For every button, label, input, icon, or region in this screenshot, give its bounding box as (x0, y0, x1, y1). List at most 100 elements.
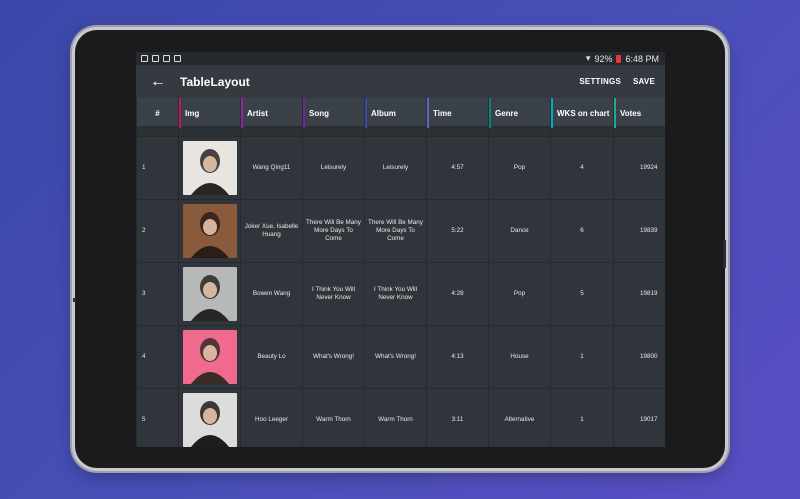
cell-wks: 4 (550, 136, 614, 200)
spacer-cell (426, 128, 489, 137)
column-header-label: WKS on chart (557, 108, 610, 118)
side-button (73, 298, 76, 302)
app-screen: ▾ 92% 6:48 PM ← TableLayout SETTINGS SAV… (136, 52, 665, 447)
column-header[interactable]: # (136, 98, 179, 128)
spacer-cell (178, 128, 241, 137)
album-image-cell (178, 388, 241, 447)
artist-photo (182, 267, 237, 321)
spacer-cell (550, 128, 614, 137)
cell-votes: 19819 (613, 262, 665, 326)
page-title: TableLayout (180, 74, 250, 89)
cell-wks: 6 (550, 199, 614, 263)
column-accent-bar (427, 98, 429, 128)
column-header-label: Votes (620, 108, 642, 118)
cell-votes: 19800 (613, 325, 665, 389)
column-header[interactable]: Song (302, 98, 365, 128)
cell-artist: Joker Xue, Isabelle Huang (240, 199, 303, 263)
column-header-label: Time (433, 108, 452, 118)
cell-album: Warm Thorn (364, 388, 427, 447)
cell-artist: Wang Qing11 (240, 136, 303, 200)
column-accent-bar (489, 98, 491, 128)
image-notification-icon (152, 55, 159, 62)
column-header-label: Album (371, 108, 396, 118)
column-header[interactable]: WKS on chart (550, 98, 614, 128)
cell-album: There Will Be Many More Days To Come (364, 199, 427, 263)
cell-wks: 5 (550, 262, 614, 326)
cell-time: 5:22 (426, 199, 489, 263)
artist-photo (182, 393, 237, 447)
column-accent-bar (241, 98, 243, 128)
clock: 6:48 PM (625, 53, 659, 64)
wifi-icon: ▾ (585, 53, 591, 63)
spacer-cell (364, 128, 427, 137)
cell-genre: House (488, 325, 551, 389)
battery-icon (616, 54, 622, 63)
column-accent-bar (614, 98, 616, 128)
artist-photo (182, 204, 237, 258)
column-header[interactable]: Img (178, 98, 241, 128)
cell-wks: 1 (550, 325, 614, 389)
column-header-label: # (155, 108, 160, 118)
save-button[interactable]: SAVE (633, 77, 655, 86)
album-image-cell (178, 262, 241, 326)
cell-votes: 19017 (613, 388, 665, 447)
column-header-label: Song (309, 108, 329, 118)
column-header[interactable]: Genre (488, 98, 551, 128)
column-header[interactable]: Artist (240, 98, 303, 128)
cell-time: 4:28 (426, 262, 489, 326)
cell-album: I Think You Will Never Know (364, 262, 427, 326)
cell-song: I Think You Will Never Know (302, 262, 365, 326)
spacer-cell (613, 128, 665, 137)
table-row[interactable]: 3 Bowen Wang I Think You Will Never Know I … (136, 262, 665, 326)
column-header[interactable]: Time (426, 98, 489, 128)
cell-song: Leisurely (302, 136, 365, 200)
cell-time: 3:11 (426, 388, 489, 447)
cell-song: Warm Thorn (302, 388, 365, 447)
cell-artist: Beauty Lo (240, 325, 303, 389)
table-row[interactable]: 4 Beauty Lo What's Wrong! What's Wrong! 4:13… (136, 325, 665, 389)
artist-photo (182, 141, 237, 195)
cell-time: 4:57 (426, 136, 489, 200)
table-header-row: # Img Artist Song Album Time Genre WKS on chart… (136, 98, 665, 128)
cell-num: 2 (136, 199, 179, 263)
cell-genre: Dance (488, 199, 551, 263)
artist-photo (182, 330, 237, 384)
status-bar: ▾ 92% 6:48 PM (136, 52, 665, 65)
cell-num: 5 (136, 388, 179, 447)
column-accent-bar (303, 98, 305, 128)
cell-album: What's Wrong! (364, 325, 427, 389)
cell-song: What's Wrong! (302, 325, 365, 389)
table-row[interactable]: 5 Hoo Leeger Warm Thorn Warm Thorn 3:11 Alter… (136, 388, 665, 447)
table-row[interactable]: 1 Wang Qing11 Leisurely Leisurely 4:57 Pop 4 19… (136, 136, 665, 200)
cell-genre: Alternative (488, 388, 551, 447)
column-header-label: Genre (495, 108, 519, 118)
spacer-cell (488, 128, 551, 137)
settings-button[interactable]: SETTINGS (579, 77, 621, 86)
cell-num: 4 (136, 325, 179, 389)
column-accent-bar (551, 98, 553, 128)
column-accent-bar (365, 98, 367, 128)
cell-num: 3 (136, 262, 179, 326)
cell-wks: 1 (550, 388, 614, 447)
table-spacer-row (136, 128, 665, 137)
cell-song: There Will Be Many More Days To Come (302, 199, 365, 263)
cell-genre: Pop (488, 136, 551, 200)
photo-notification-icon (174, 55, 181, 62)
spacer-cell (136, 128, 179, 137)
spacer-cell (302, 128, 365, 137)
music-table: # Img Artist Song Album Time Genre WKS on chart… (136, 98, 665, 447)
column-header-label: Artist (247, 108, 268, 118)
battery-percent: 92% (594, 53, 613, 64)
spacer-cell (240, 128, 303, 137)
app-toolbar: ← TableLayout SETTINGS SAVE (136, 65, 665, 98)
cell-artist: Bowen Wang (240, 262, 303, 326)
album-image-cell (178, 136, 241, 200)
column-header[interactable]: Album (364, 98, 427, 128)
back-arrow-icon[interactable]: ← (150, 73, 168, 90)
table-row[interactable]: 2 Joker Xue, Isabelle Huang There Will Be … (136, 199, 665, 263)
column-header[interactable]: Votes (613, 98, 665, 128)
screenshot-notification-icon (163, 55, 170, 62)
volume-button (723, 240, 726, 268)
cell-time: 4:13 (426, 325, 489, 389)
cell-artist: Hoo Leeger (240, 388, 303, 447)
